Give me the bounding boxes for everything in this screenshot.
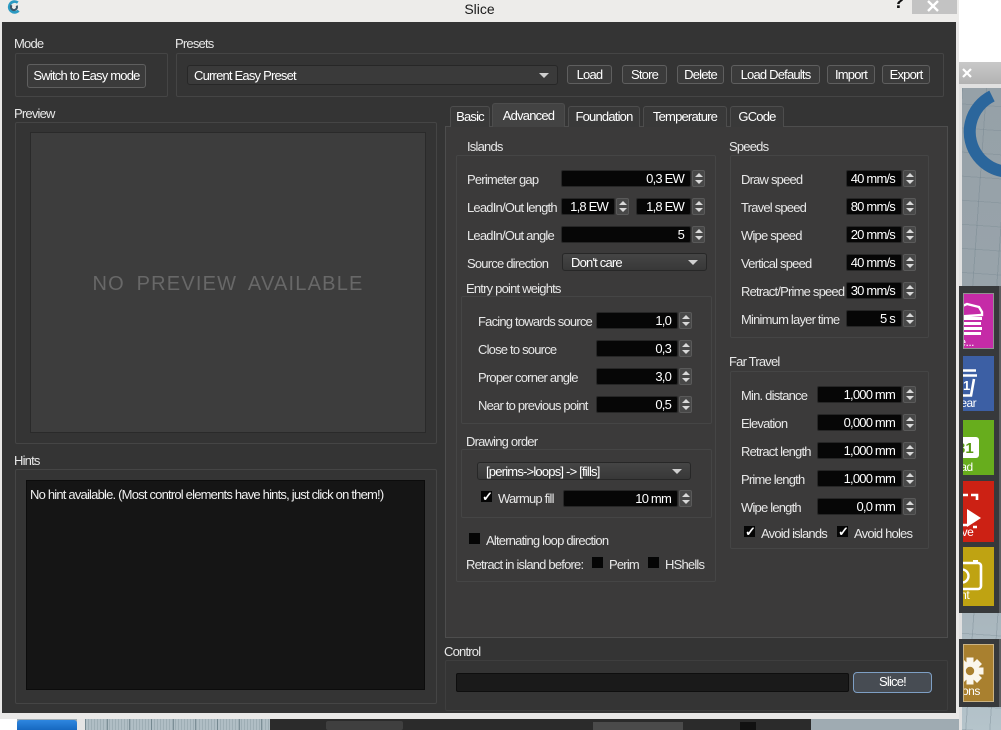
svg-text:1: 1 [963, 378, 970, 393]
svg-text:31: 31 [963, 440, 974, 457]
